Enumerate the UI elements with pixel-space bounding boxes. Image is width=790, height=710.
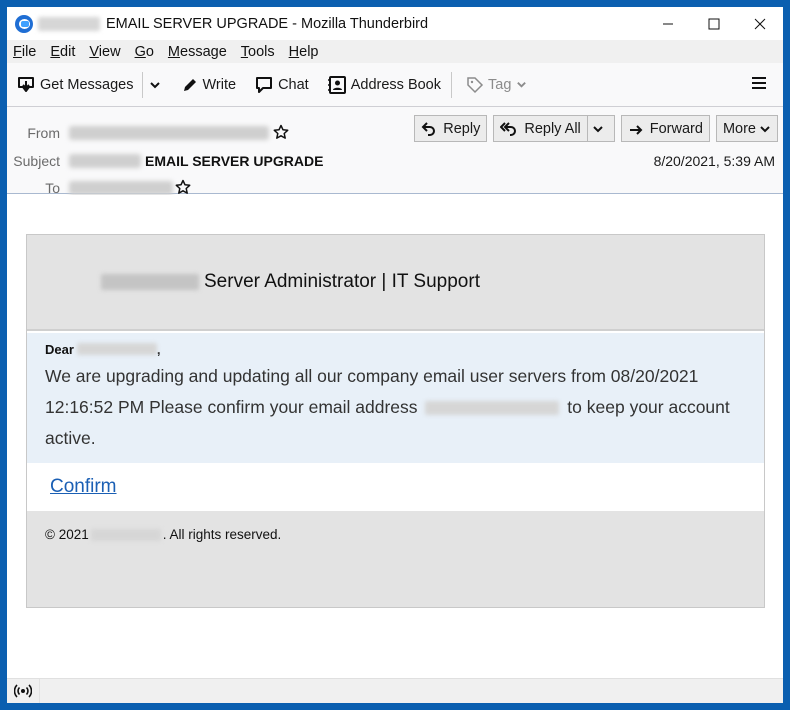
online-status-button[interactable] xyxy=(7,678,40,703)
get-messages-button[interactable]: Get Messages xyxy=(10,70,140,100)
app-menu-button[interactable] xyxy=(751,75,767,96)
star-icon[interactable] xyxy=(273,124,289,140)
minimize-button[interactable] xyxy=(645,7,691,40)
minimize-icon xyxy=(663,23,673,24)
redacted-domain xyxy=(101,274,199,290)
star-icon[interactable] xyxy=(175,179,191,195)
redacted-recipient[interactable] xyxy=(69,181,173,195)
title-bar: EMAIL SERVER UPGRADE - Mozilla Thunderbi… xyxy=(7,7,783,40)
subject-label: Subject xyxy=(13,153,60,169)
get-messages-dropdown[interactable] xyxy=(145,70,169,100)
chevron-down-icon xyxy=(593,125,603,132)
email-message: Dear , We are upgrading and updating all… xyxy=(27,333,764,463)
menu-message[interactable]: Message xyxy=(168,44,227,60)
forward-arrow-icon xyxy=(629,124,643,135)
email-header-banner: Server Administrator | IT Support xyxy=(27,235,764,331)
more-button[interactable]: More xyxy=(715,115,778,142)
reply-button[interactable]: Reply xyxy=(414,115,488,142)
to-label: To xyxy=(45,180,60,196)
redacted-subject-prefix xyxy=(69,154,141,168)
greeting: Dear , xyxy=(45,341,161,357)
maximize-icon xyxy=(708,18,720,29)
menu-file[interactable]: File xyxy=(13,44,36,60)
redacted-domain xyxy=(38,16,100,31)
from-label: From xyxy=(27,125,60,141)
window-title: EMAIL SERVER UPGRADE - Mozilla Thunderbi… xyxy=(38,16,428,32)
maximize-button[interactable] xyxy=(691,7,737,40)
address-book-button[interactable]: Address Book xyxy=(321,70,447,100)
reply-all-button[interactable]: Reply All xyxy=(493,115,588,142)
status-bar xyxy=(7,678,783,703)
redacted-sender[interactable] xyxy=(69,126,269,140)
download-icon xyxy=(18,76,34,92)
broadcast-signal-icon xyxy=(14,684,32,698)
reply-all-icon xyxy=(500,121,517,136)
chat-bubble-icon xyxy=(256,76,273,93)
email-content: Server Administrator | IT Support Dear ,… xyxy=(26,234,765,608)
address-book-icon xyxy=(327,75,346,94)
toolbar-separator xyxy=(141,71,143,98)
chat-button[interactable]: Chat xyxy=(248,70,315,100)
menu-help[interactable]: Help xyxy=(289,44,319,60)
confirm-section: Confirm xyxy=(27,463,764,511)
menu-view[interactable]: View xyxy=(89,44,120,60)
menu-edit[interactable]: Edit xyxy=(50,44,75,60)
message-body: Server Administrator | IT Support Dear ,… xyxy=(7,195,783,678)
menu-tools[interactable]: Tools xyxy=(241,44,275,60)
pencil-icon xyxy=(183,78,196,91)
hamburger-menu-icon xyxy=(752,77,766,89)
chevron-down-icon xyxy=(517,82,527,88)
menu-bar: File Edit View Go Message Tools Help xyxy=(7,40,783,63)
chevron-down-icon xyxy=(149,81,160,88)
subject-text: EMAIL SERVER UPGRADE xyxy=(145,153,324,169)
message-date: 8/20/2021, 5:39 AM xyxy=(653,153,775,169)
close-icon xyxy=(754,18,766,29)
reply-icon xyxy=(421,121,436,136)
email-footer: © 2021 . All rights reserved. xyxy=(27,511,764,607)
main-toolbar: Get Messages Write Chat Address Book Tag xyxy=(7,63,783,107)
tag-icon xyxy=(467,76,484,93)
thunderbird-logo-icon xyxy=(15,14,33,33)
window-title-text: EMAIL SERVER UPGRADE - Mozilla Thunderbi… xyxy=(106,15,429,32)
toolbar-separator xyxy=(451,71,452,98)
thunderbird-window: EMAIL SERVER UPGRADE - Mozilla Thunderbi… xyxy=(7,7,783,703)
reply-all-dropdown[interactable] xyxy=(587,115,615,142)
tag-button[interactable]: Tag xyxy=(460,70,537,100)
write-button[interactable]: Write xyxy=(175,70,243,100)
message-header: From Subject EMAIL SERVER UPGRADE To Rep… xyxy=(7,107,783,196)
menu-go[interactable]: Go xyxy=(135,44,154,60)
email-header-title: Server Administrator | IT Support xyxy=(204,271,480,292)
confirm-link[interactable]: Confirm xyxy=(50,476,117,498)
redacted-email xyxy=(425,401,560,416)
close-button[interactable] xyxy=(737,7,783,40)
chevron-down-icon xyxy=(760,125,770,132)
redacted-recipient xyxy=(76,343,157,355)
redacted-domain xyxy=(90,529,161,541)
forward-button[interactable]: Forward xyxy=(620,115,710,142)
message-paragraph: We are upgrading and updating all our co… xyxy=(45,366,730,448)
